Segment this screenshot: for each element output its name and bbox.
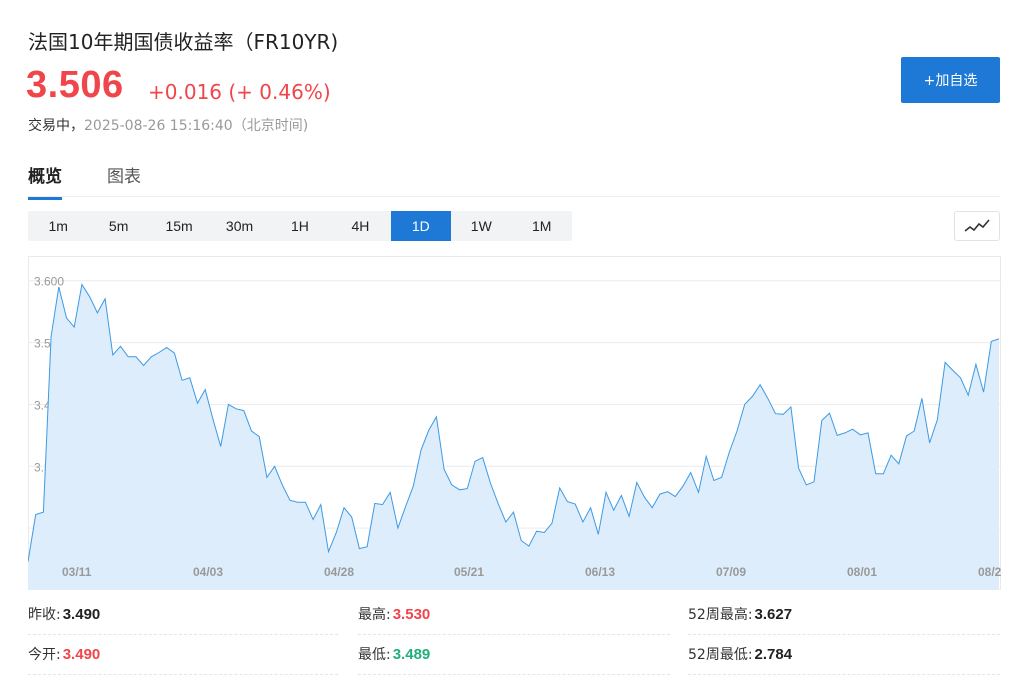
- stat-value: 3.490: [62, 605, 101, 623]
- line-chart-icon: [964, 219, 990, 232]
- x-tick-label: 03/11: [62, 565, 92, 579]
- trading-status: 交易中，2025-08-26 15:16:40（北京时间): [28, 115, 308, 135]
- add-to-watchlist-button[interactable]: +加自选: [901, 57, 1000, 103]
- stat-value: 3.490: [62, 645, 101, 663]
- price-change: +0.016 (+ 0.46%): [148, 80, 331, 104]
- stat-label: 52周最高:: [688, 607, 753, 623]
- page-title: 法国10年期国债收益率（FR10YR): [28, 30, 339, 54]
- stats-row-1: 昨收: 3.490 最高: 3.530 52周最高: 3.627: [28, 594, 1000, 635]
- stats-row-2: 今开: 3.490 最低: 3.489 52周最低: 2.784: [28, 634, 1000, 675]
- x-tick-label: 07/09: [716, 565, 746, 579]
- period-5m[interactable]: 5m: [88, 211, 148, 241]
- x-tick-label: 05/21: [454, 565, 484, 579]
- period-1d[interactable]: 1D: [390, 211, 452, 241]
- x-tick-label: 08/2: [978, 565, 1001, 579]
- stat-high: 最高: 3.530: [358, 594, 670, 635]
- stat-prev-close: 昨收: 3.490: [28, 594, 338, 635]
- stat-52w-low: 52周最低: 2.784: [688, 634, 1000, 675]
- x-tick-label: 04/28: [324, 565, 354, 579]
- price-chart: 3.1003.2003.3003.4003.5003.60003/1104/03…: [28, 256, 1001, 590]
- stat-label: 最低:: [358, 647, 391, 663]
- timestamp: 2025-08-26 15:16:40（北京时间): [84, 118, 309, 134]
- stat-52w-high: 52周最高: 3.627: [688, 594, 1000, 635]
- stat-value: 3.530: [392, 605, 431, 623]
- stat-low: 最低: 3.489: [358, 634, 670, 675]
- x-tick-label: 06/13: [585, 565, 615, 579]
- period-30m[interactable]: 30m: [209, 211, 269, 241]
- status-label: 交易中，: [28, 118, 84, 134]
- stat-open: 今开: 3.490: [28, 634, 338, 675]
- period-1w[interactable]: 1W: [451, 211, 511, 241]
- period-1mo[interactable]: 1M: [512, 211, 572, 241]
- period-1h[interactable]: 1H: [270, 211, 330, 241]
- x-tick-label: 08/01: [847, 565, 877, 579]
- stat-value: 3.627: [754, 605, 793, 623]
- tab-overview[interactable]: 概览: [28, 162, 62, 200]
- period-15m[interactable]: 15m: [149, 211, 209, 241]
- stat-label: 52周最低:: [688, 647, 753, 663]
- stat-value: 2.784: [754, 645, 793, 663]
- x-tick-label: 04/03: [193, 565, 223, 579]
- period-4h[interactable]: 4H: [330, 211, 390, 241]
- series-area: [28, 284, 999, 590]
- period-1m[interactable]: 1m: [28, 211, 88, 241]
- tab-chart[interactable]: 图表: [107, 162, 141, 197]
- stat-value: 3.489: [392, 645, 431, 663]
- current-price: 3.506: [26, 64, 124, 106]
- chart-type-button[interactable]: [954, 211, 1000, 241]
- stat-label: 今开:: [28, 647, 61, 663]
- period-selector: 1m 5m 15m 30m 1H 4H 1D 1W 1M: [28, 211, 572, 241]
- stat-label: 最高:: [358, 607, 391, 623]
- main-tabs: 概览 图表: [28, 160, 1000, 200]
- price-chart-svg: 3.1003.2003.3003.4003.5003.60003/1104/03…: [28, 256, 1001, 590]
- stat-label: 昨收:: [28, 607, 61, 623]
- y-tick-label: 3.600: [34, 275, 64, 289]
